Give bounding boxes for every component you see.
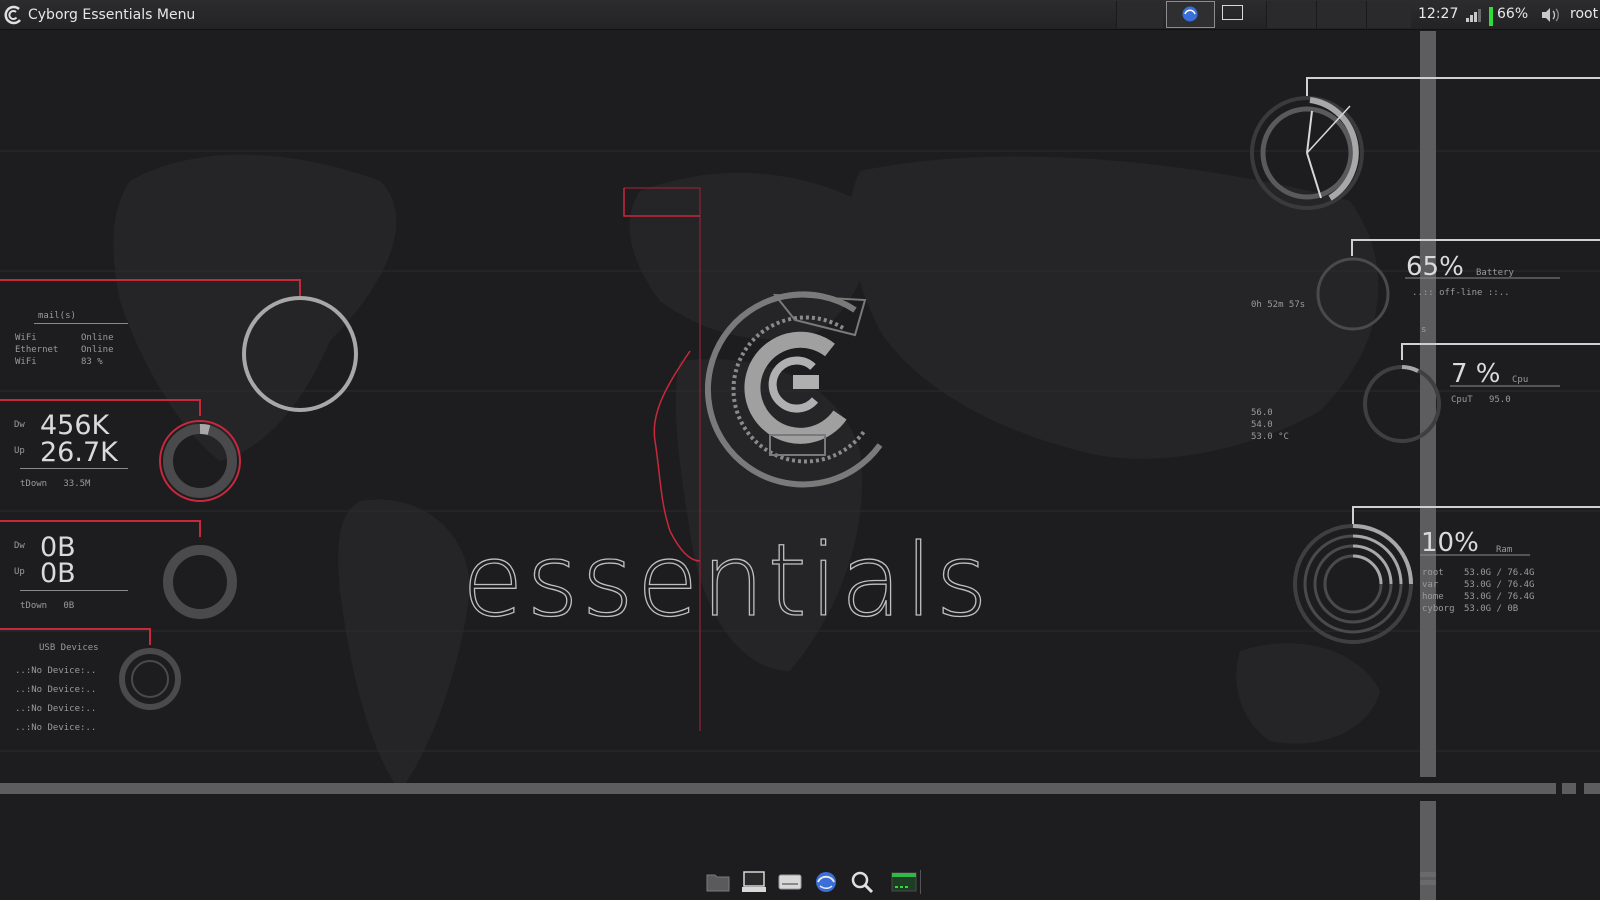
cpu-label: Cpu — [1512, 375, 1529, 385]
dock-item-terminal[interactable] — [890, 868, 918, 896]
network-status-row: WiFi Online — [15, 333, 114, 343]
dock-item-drive[interactable] — [776, 868, 804, 896]
corner-marker — [1420, 880, 1436, 885]
eth-upload-speed: 0B — [40, 558, 76, 589]
disk-usage-row: home 53.0G / 76.4G — [1422, 592, 1535, 602]
temperature-list: 56.0 54.0 53.0 °C — [1251, 407, 1289, 443]
divider — [20, 468, 128, 469]
computer-icon — [742, 871, 766, 892]
browser-icon — [1182, 6, 1198, 22]
battery-time-remaining: 0h 52m 57s — [1251, 300, 1306, 310]
disk-usage-row: var 53.0G / 76.4G — [1422, 580, 1535, 590]
wifi-total-download: tDown 33.5M — [20, 479, 91, 489]
show-desktop-icon[interactable] — [1222, 5, 1243, 20]
taskbar-slot[interactable] — [1316, 1, 1367, 28]
analog-clock-widget — [1250, 77, 1600, 210]
disk-usage-row: root 53.0G / 76.4G — [1422, 568, 1535, 578]
download-label: Dw — [14, 420, 25, 430]
divider — [20, 590, 128, 591]
download-label: Dw — [14, 541, 25, 551]
clock[interactable]: 12:27 — [1418, 6, 1458, 22]
taskbar-slot[interactable] — [1116, 1, 1163, 28]
usb-device-item: ..:No Device:.. — [15, 704, 97, 714]
dock-item-search[interactable] — [848, 868, 876, 896]
cyborg-emblem-logo — [705, 291, 883, 488]
cyborg-logo-icon — [4, 5, 21, 25]
ram-label: Ram — [1496, 545, 1513, 555]
network-status-row: Ethernet Online — [15, 345, 114, 355]
taskbar-slot[interactable] — [1366, 1, 1411, 28]
dock — [704, 868, 921, 896]
signal-strength-icon[interactable] — [1466, 8, 1482, 22]
dock-item-browser[interactable] — [812, 868, 840, 896]
disk-usage-list: root 53.0G / 76.4G var 53.0G / 76.4G home 5… — [1422, 567, 1534, 615]
temperature-reading: 56.0 — [1251, 408, 1273, 418]
battery-label: Battery — [1476, 268, 1514, 278]
cpu-value: 7 % — [1451, 359, 1501, 389]
wifi-traffic-widget-frame — [0, 399, 241, 502]
drive-icon — [778, 874, 802, 890]
menu-label: Cyborg Essentials Menu — [28, 7, 196, 23]
usb-device-item: ..:No Device:.. — [15, 723, 97, 733]
usb-device-item: ..:No Device:.. — [15, 666, 97, 676]
wifi-download-speed: 456K — [40, 410, 110, 441]
corner-marker — [1420, 872, 1436, 877]
network-status-list: WiFi Online Ethernet Online WiFi 83 % — [15, 332, 114, 368]
volume-icon[interactable] — [1540, 7, 1560, 23]
eth-total-download: tDown 0B — [20, 601, 75, 611]
top-panel: Cyborg Essentials Menu 12:27 66% root — [0, 0, 1600, 30]
ram-value: 10% — [1421, 528, 1479, 558]
dock-item-computer[interactable] — [740, 868, 768, 896]
search-icon — [851, 871, 874, 894]
upload-label: Up — [14, 567, 25, 577]
folder-icon — [706, 874, 730, 892]
divider — [34, 323, 128, 324]
user-name[interactable]: root — [1570, 6, 1598, 22]
dock-item-files[interactable] — [704, 868, 732, 896]
terminal-icon — [891, 872, 917, 892]
usb-title: USB Devices — [39, 643, 99, 653]
ethernet-traffic-widget-frame — [0, 520, 237, 619]
battery-status: ..:: off-line ::.. — [1412, 288, 1510, 298]
taskbar-slot[interactable] — [1266, 1, 1317, 28]
eth-download-speed: 0B — [40, 532, 76, 563]
wifi-upload-speed: 26.7K — [40, 437, 118, 468]
dock-separator — [920, 870, 921, 894]
disk-usage-row: cyborg 53.0G / 0B — [1422, 604, 1519, 614]
upload-label: Up — [14, 446, 25, 456]
cpu-temperature: CpuT 95.0 — [1451, 395, 1511, 405]
temperature-reading: 54.0 — [1251, 420, 1273, 430]
taskbar-item-browser[interactable] — [1166, 1, 1215, 28]
usb-device-item: ..:No Device:.. — [15, 685, 97, 695]
battery-unit: s — [1421, 325, 1427, 335]
network-status-row: WiFi 83 % — [15, 357, 103, 367]
battery-percent[interactable]: 66% — [1497, 6, 1528, 22]
battery-value: 65% — [1406, 252, 1464, 282]
mail-label: mail(s) — [38, 311, 76, 321]
browser-icon — [816, 872, 836, 892]
temperature-reading: 53.0 °C — [1251, 432, 1289, 442]
battery-icon[interactable] — [1489, 7, 1493, 26]
essentials-logotype: essentials — [461, 521, 991, 639]
usb-device-list: ..:No Device:.. ..:No Device:.. ..:No De… — [15, 662, 96, 738]
application-menu-button[interactable]: Cyborg Essentials Menu — [4, 3, 195, 27]
